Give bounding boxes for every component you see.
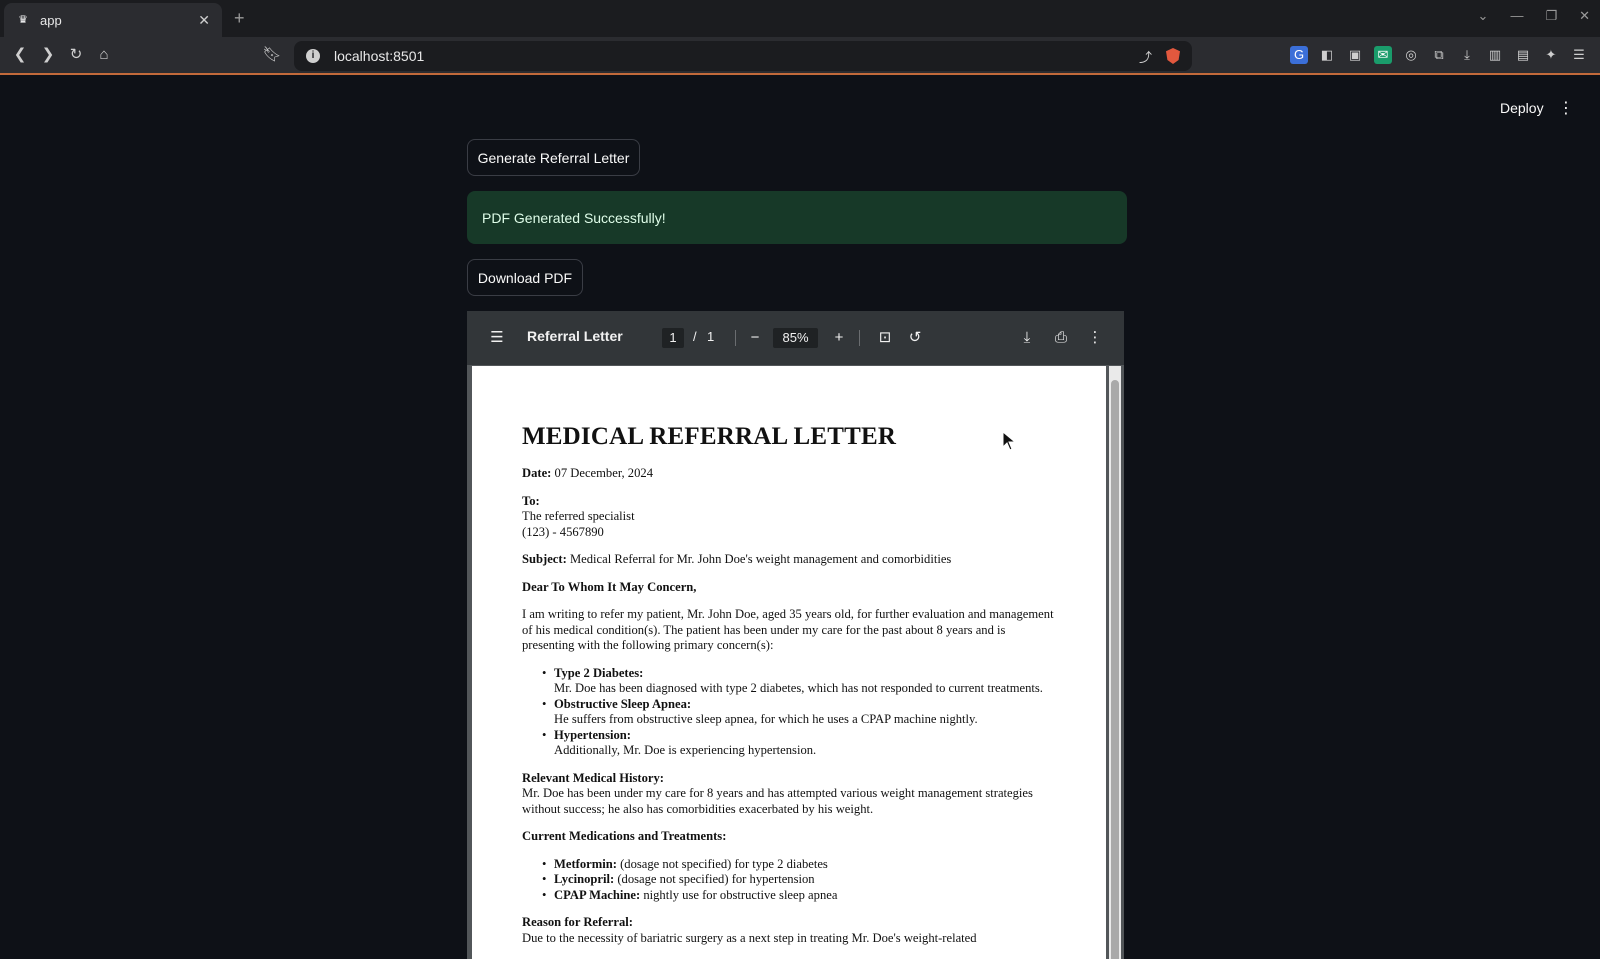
list-item: CPAP Machine: nightly use for obstructiv… xyxy=(542,888,1056,904)
divider xyxy=(859,330,860,346)
page-separator: / xyxy=(693,329,697,344)
page-total: 1 xyxy=(707,329,715,344)
leo-ai-icon[interactable]: ✦ xyxy=(1542,46,1560,64)
minimize-icon[interactable]: — xyxy=(1510,8,1523,24)
list-item: Type 2 Diabetes:Mr. Doe has been diagnos… xyxy=(542,666,1056,697)
back-icon[interactable]: ❮ xyxy=(10,45,30,65)
browser-tab[interactable]: ♛ app ✕ xyxy=(4,3,222,37)
pdf-title: Referral Letter xyxy=(527,328,623,344)
extension-icon[interactable]: ▣ xyxy=(1346,46,1364,64)
pdf-toolbar: ☰ Referral Letter 1 / 1 − 85% + ⊡ ↺ ⤓ ⎙ … xyxy=(467,311,1124,365)
sidebar-icon[interactable]: ▥ xyxy=(1486,46,1504,64)
address-bar[interactable]: i localhost:8501 ⤴ xyxy=(294,41,1192,71)
new-tab-icon[interactable]: + xyxy=(234,8,245,29)
mouse-cursor-icon xyxy=(1002,430,1017,456)
download-icon[interactable]: ⤓ xyxy=(1017,328,1037,348)
more-options-icon[interactable]: ⋮ xyxy=(1085,328,1105,348)
letter-heading: MEDICAL REFERRAL LETTER xyxy=(522,423,897,450)
list-item: Metformin: (dosage not specified) for ty… xyxy=(542,857,1056,873)
downloads-icon[interactable]: ⤓ xyxy=(1458,46,1476,64)
extension-icon[interactable]: ◎ xyxy=(1402,46,1420,64)
letter-intro: I am writing to refer my patient, Mr. Jo… xyxy=(522,607,1054,652)
tab-title: app xyxy=(40,12,62,28)
zoom-out-icon[interactable]: − xyxy=(745,328,765,348)
bookmark-icon[interactable]: 🔖︎ xyxy=(262,45,282,65)
menu-icon[interactable]: ☰ xyxy=(1570,46,1588,64)
close-tab-icon[interactable]: ✕ xyxy=(198,12,210,29)
scrollbar-thumb[interactable] xyxy=(1111,380,1119,959)
medical-history-section: Relevant Medical History: Mr. Doe has be… xyxy=(522,770,1033,816)
browser-toolbar: ❮ ❯ ↻ ⌂ 🔖︎ i localhost:8501 ⤴ G ◧ ▣ ✉ ◎ … xyxy=(0,37,1600,75)
concerns-list: Type 2 Diabetes:Mr. Doe has been diagnos… xyxy=(542,666,1056,759)
share-icon[interactable]: ⤴ xyxy=(1139,47,1152,66)
brave-shield-icon[interactable] xyxy=(1166,48,1180,64)
home-icon[interactable]: ⌂ xyxy=(94,45,114,65)
zoom-in-icon[interactable]: + xyxy=(829,328,849,348)
list-item: Hypertension:Additionally, Mr. Doe is ex… xyxy=(542,728,1056,759)
maximize-icon[interactable]: ❐ xyxy=(1545,8,1557,24)
fit-page-icon[interactable]: ⊡ xyxy=(875,328,895,348)
browser-tab-bar: ♛ app ✕ + ⌄ — ❐ ✕ xyxy=(0,0,1600,37)
translate-extension-icon[interactable]: G xyxy=(1290,46,1308,64)
success-alert: PDF Generated Successfully! xyxy=(467,191,1127,244)
extension-icon[interactable]: ✉ xyxy=(1374,46,1392,64)
deploy-button[interactable]: Deploy xyxy=(1500,100,1544,116)
medications-heading: Current Medications and Treatments: xyxy=(522,829,727,843)
forward-icon[interactable]: ❯ xyxy=(38,45,58,65)
letter-subject: Subject: Medical Referral for Mr. John D… xyxy=(522,552,952,566)
puzzle-extensions-icon[interactable]: ⧉ xyxy=(1430,46,1448,64)
tab-list-chevron-icon[interactable]: ⌄ xyxy=(1478,8,1489,24)
reload-icon[interactable]: ↻ xyxy=(66,45,86,65)
list-item: Obstructive Sleep Apnea:He suffers from … xyxy=(542,697,1056,728)
url-text[interactable]: localhost:8501 xyxy=(334,48,1139,64)
site-info-icon[interactable]: i xyxy=(306,49,320,63)
letter-salutation: Dear To Whom It May Concern, xyxy=(522,579,697,594)
letter-date: Date: 07 December, 2024 xyxy=(522,466,653,480)
medications-list: Metformin: (dosage not specified) for ty… xyxy=(542,857,1056,904)
extension-icon[interactable]: ◧ xyxy=(1318,46,1336,64)
list-item: Lycinopril: (dosage not specified) for h… xyxy=(542,872,1056,888)
app-menu-icon[interactable]: ⋮ xyxy=(1558,98,1574,118)
letter-recipient: To: The referred specialist (123) - 4567… xyxy=(522,493,635,539)
divider xyxy=(735,330,736,346)
page-number-input[interactable]: 1 xyxy=(662,328,684,348)
pdf-scrollbar[interactable] xyxy=(1109,366,1121,959)
pdf-viewer: ☰ Referral Letter 1 / 1 − 85% + ⊡ ↺ ⤓ ⎙ … xyxy=(467,311,1124,959)
streamlit-favicon-icon: ♛ xyxy=(18,14,28,26)
wallet-icon[interactable]: ▤ xyxy=(1514,46,1532,64)
referral-reason-section: Reason for Referral: Due to the necessit… xyxy=(522,915,977,945)
generate-referral-letter-button[interactable]: Generate Referral Letter xyxy=(467,139,640,176)
rotate-icon[interactable]: ↺ xyxy=(905,328,925,348)
zoom-input[interactable]: 85% xyxy=(773,328,818,348)
print-icon[interactable]: ⎙ xyxy=(1051,328,1071,348)
close-window-icon[interactable]: ✕ xyxy=(1579,8,1590,24)
download-pdf-button[interactable]: Download PDF xyxy=(467,259,583,296)
sidebar-menu-icon[interactable]: ☰ xyxy=(487,328,507,348)
